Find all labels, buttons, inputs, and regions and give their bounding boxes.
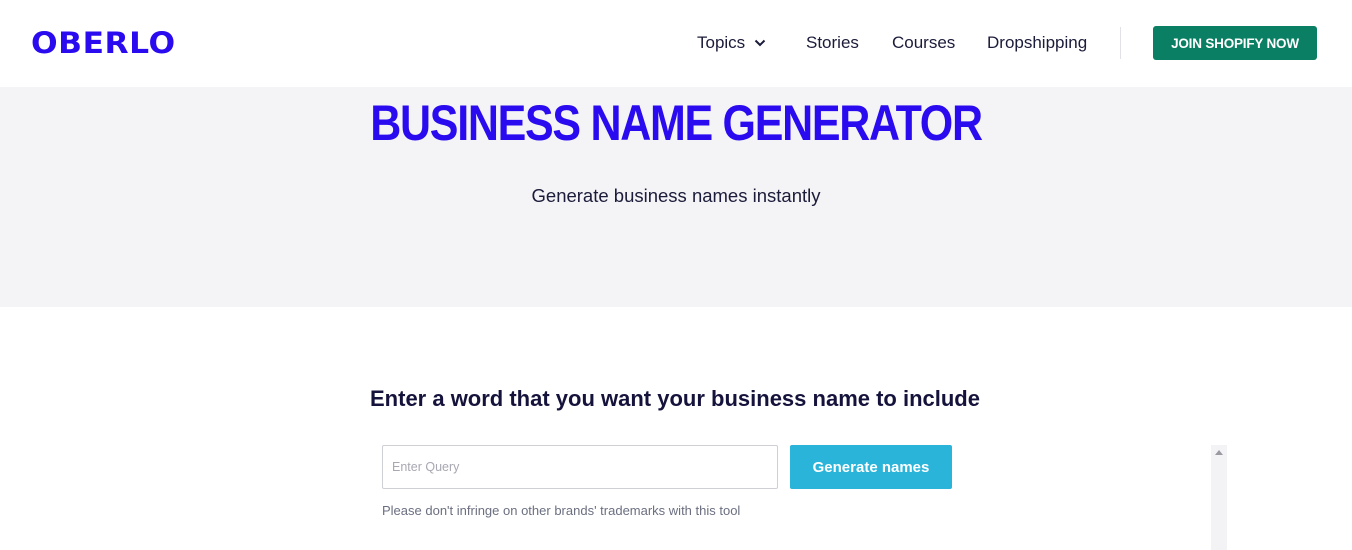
nav-item-stories[interactable]: Stories: [806, 30, 859, 56]
oberlo-logo[interactable]: OBERLO: [31, 26, 176, 60]
nav-item-courses[interactable]: Courses: [892, 30, 955, 56]
page-title: BUSINESS NAME GENERATOR: [370, 95, 983, 151]
site-header: OBERLO Topics Stories Courses Dropshippi…: [0, 0, 1352, 87]
trademark-note: Please don't infringe on other brands' t…: [382, 503, 741, 518]
nav-item-topics-label: Topics: [697, 33, 746, 52]
chevron-down-icon: [754, 39, 766, 47]
nav-divider: [1120, 27, 1121, 59]
scroll-up-arrow-icon[interactable]: [1215, 450, 1223, 455]
hero-section: BUSINESS NAME GENERATOR Generate busines…: [0, 87, 1352, 307]
page-subtitle: Generate business names instantly: [531, 185, 821, 206]
join-shopify-button[interactable]: JOIN SHOPIFY NOW: [1153, 26, 1317, 60]
results-scrollbar[interactable]: [1211, 445, 1227, 550]
nav-item-topics[interactable]: Topics: [697, 30, 766, 56]
generator-prompt: Enter a word that you want your business…: [370, 386, 980, 411]
nav-item-dropshipping[interactable]: Dropshipping: [987, 30, 1087, 56]
query-input[interactable]: [382, 445, 778, 489]
generate-names-button[interactable]: Generate names: [790, 445, 952, 489]
